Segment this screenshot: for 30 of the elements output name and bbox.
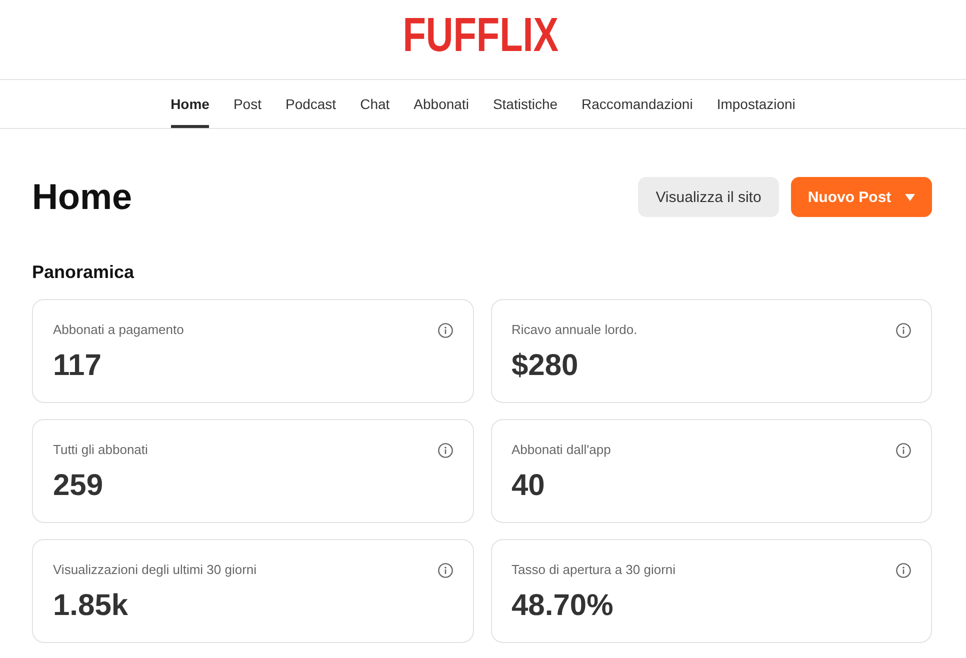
view-site-button[interactable]: Visualizza il sito [638, 177, 779, 217]
info-icon[interactable] [896, 443, 911, 458]
stat-label: Abbonati a pagamento [53, 321, 184, 339]
nav-tab[interactable]: Chat [360, 80, 390, 128]
page-title: Home [32, 177, 132, 217]
nav-tab[interactable]: Abbonati [414, 80, 469, 128]
nav-tab[interactable]: Podcast [285, 80, 336, 128]
section-title: Panoramica [32, 261, 134, 283]
nav-tab[interactable]: Statistiche [492, 80, 558, 128]
nav-tab[interactable]: Impostazioni [716, 80, 796, 128]
stat-value: 48.70% [512, 588, 614, 624]
stat-label: Tasso di apertura a 30 giorni [512, 561, 676, 579]
nav-tab[interactable]: Raccomandazioni [582, 80, 693, 128]
stat-label: Ricavo annuale lordo. [512, 321, 638, 339]
stat-value: 259 [53, 468, 104, 504]
stat-value: 117 [53, 348, 102, 384]
nav-tab[interactable]: Post [233, 80, 262, 128]
info-icon[interactable] [438, 323, 452, 338]
stat-value: $280 [512, 348, 578, 384]
info-icon[interactable] [896, 563, 911, 578]
logo: FUFFLIX [403, 16, 559, 56]
stat-value: 1.85k [53, 588, 128, 624]
stat-label: Tutti gli abbonati [53, 441, 148, 459]
nav-tab[interactable]: Home [170, 80, 210, 128]
info-icon[interactable] [438, 563, 452, 578]
info-icon[interactable] [896, 323, 911, 338]
info-icon[interactable] [438, 443, 452, 458]
stat-label: Abbonati dall'app [512, 441, 611, 459]
stat-label: Visualizzazioni degli ultimi 30 giorni [53, 561, 257, 579]
stat-value: 40 [512, 468, 545, 504]
